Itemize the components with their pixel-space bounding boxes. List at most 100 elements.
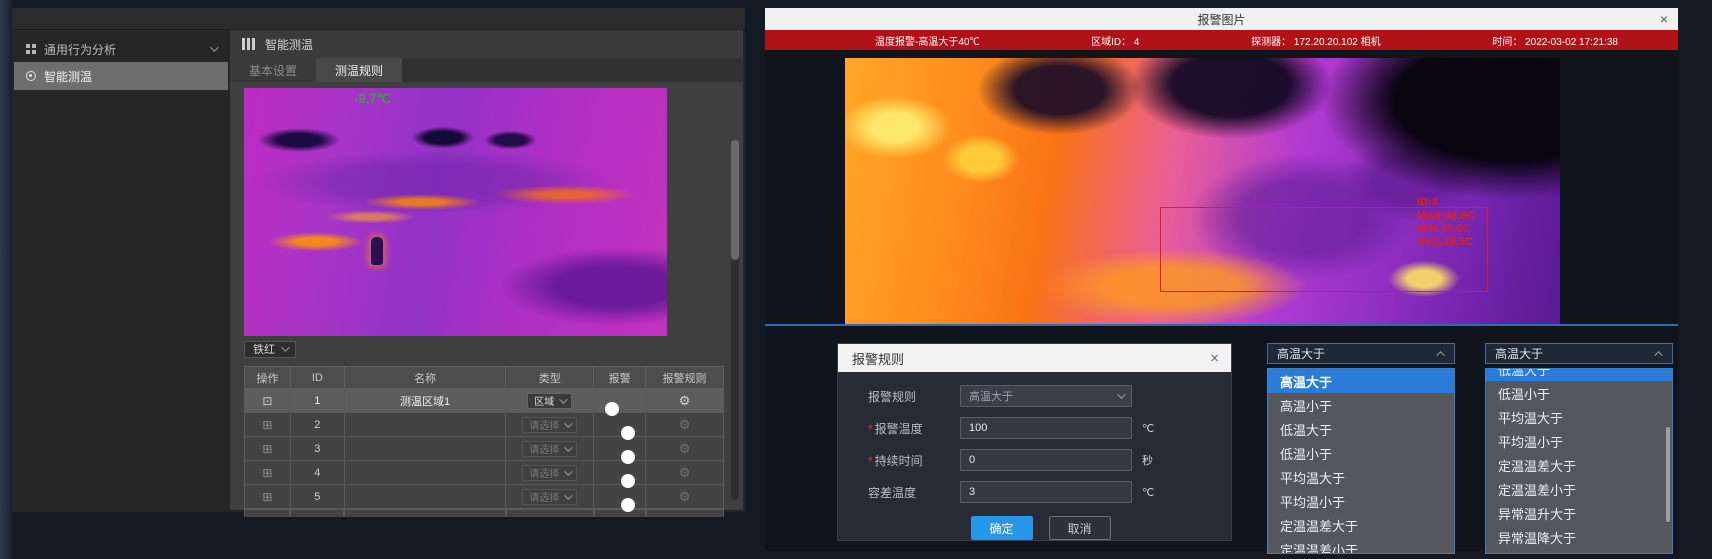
chevron-down-icon [210,43,218,51]
rule-select[interactable]: 高温大于 [960,385,1132,407]
add-region-icon[interactable]: ⊞ [262,490,272,504]
dropdown-options-panel: 低温大于 低温小于 平均温大于 平均温小于 定温温差大于 定温温差小于 异常温升… [1485,368,1673,554]
option-item[interactable]: 平均温小于 [1268,489,1454,513]
type-select[interactable]: 请选择 [522,441,577,457]
option-item[interactable]: 高温大于 [1268,369,1454,393]
option-item[interactable]: 定温温差大于 [1486,453,1672,477]
palette-select[interactable]: 铁红 [244,341,296,358]
cancel-button[interactable]: 取消 [1049,516,1111,540]
type-select[interactable]: 请选择 [522,417,577,433]
person-silhouette [371,237,383,265]
option-item[interactable]: 平均温大于 [1268,465,1454,489]
option-item[interactable]: 定温温差大于 [1268,513,1454,537]
tab-bar: 基本设置 测温规则 [230,58,743,82]
rule-label: 报警规则 [868,388,960,405]
chevron-down-icon [1117,390,1125,398]
region-id-text: ID:4 [1417,196,1474,209]
alarm-rule-gear-icon[interactable]: ⚙ [679,417,691,432]
add-region-icon[interactable]: ⊞ [262,442,272,456]
dialog-body: 报警规则 高温大于 报警温度 ℃ 持续时间 秒 [838,372,1231,540]
panel-header: 智能测温 [230,30,743,58]
close-icon[interactable]: × [1210,350,1219,367]
col-operation: 操作 [245,367,291,389]
table-row: ⊞ 4 请选择 ⚙ [245,461,724,485]
tolerance-input[interactable] [960,481,1132,503]
option-item[interactable]: 平均温大于 [1486,405,1672,429]
alarm-thermal-image: ID:4 MAX:45.8C MIN:25.0C AVG:28.5C [845,58,1560,324]
sidebar-item-label: 智能测温 [44,68,216,85]
option-item[interactable]: 高温小于 [1268,393,1454,417]
duration-input[interactable] [960,449,1132,471]
option-item[interactable]: 异常温升大于 [1486,501,1672,525]
type-select[interactable]: 区域 [527,393,572,409]
col-name: 名称 [344,367,506,389]
table-row: ⊞ 2 请选择 ⚙ [245,413,724,437]
table-row: ⊞ 3 请选择 ⚙ [245,437,724,461]
alarm-temp-unit: ℃ [1142,422,1154,435]
panel-drag-icon[interactable] [242,38,255,50]
row-name [344,413,506,437]
thermal-preview-image[interactable]: -9.7℃ [244,88,667,336]
alarm-window-title: 报警图片 [1197,11,1245,28]
dropdown-value-box[interactable]: 高温大于 [1485,343,1673,364]
alarm-detector-text: 探测器： 172.20.20.102 相机 [1251,33,1381,48]
alarm-rule-gear-icon[interactable]: ⚙ [679,489,691,504]
type-select[interactable]: 请选择 [522,489,577,505]
confirm-button[interactable]: 确定 [971,516,1033,540]
table-header-row: 操作 ID 名称 类型 报警 报警规则 [245,367,724,389]
sidebar-item-behavior-analysis[interactable]: 通用行为分析 [14,36,228,62]
vertical-scrollbar[interactable] [731,140,739,500]
region-measurement-overlay: ID:4 MAX:45.8C MIN:25.0C AVG:28.5C [1417,196,1474,249]
option-item[interactable]: 异常温降大于 [1486,525,1672,549]
table-row: ⊡ 1 测温区域1 区域 ⚙ [245,389,724,413]
thermometry-icon [26,71,36,81]
option-item[interactable]: 低温小于 [1486,381,1672,405]
palette-row: 铁红 [244,340,743,358]
panel-title: 智能测温 [265,36,313,53]
option-item[interactable]: 平均温小于 [1486,429,1672,453]
dropdown-scrollbar[interactable] [1666,427,1670,522]
region-avg-text: AVG:28.5C [1417,236,1474,249]
row-id: 5 [290,485,344,509]
desktop: 通用行为分析 智能测温 智能测温 基本设置 测温规则 -9.7℃ [0,0,1712,559]
main-panel: 智能测温 基本设置 测温规则 -9.7℃ 铁红 [230,30,743,510]
grid-icon [26,44,36,54]
alarm-rule-gear-icon[interactable]: ⚙ [679,465,691,480]
tolerance-label: 容差温度 [868,484,960,501]
option-item[interactable]: 低温大于 [1268,417,1454,441]
row-name [344,485,506,509]
alarm-rule-gear-icon[interactable]: ⚙ [679,393,691,408]
alarm-rule-gear-icon[interactable]: ⚙ [679,441,691,456]
bottom-section: 报警规则 × 报警规则 高温大于 报警温度 ℃ [765,328,1678,551]
add-region-icon[interactable]: ⊞ [262,418,272,432]
sidebar-item-label: 通用行为分析 [44,41,202,58]
row-name [344,461,506,485]
col-type: 类型 [506,367,594,389]
tab-thermometry-rules[interactable]: 测温规则 [316,58,402,82]
type-select[interactable]: 请选择 [522,465,577,481]
close-icon[interactable]: × [1660,8,1668,30]
row-name [344,437,506,461]
config-window-topbar [12,8,745,30]
option-item-clipped[interactable]: 定温温差小于 [1268,537,1454,554]
dropdown-options-panel: 高温大于 高温小于 低温大于 低温小于 平均温大于 平均温小于 定温温差大于 定… [1267,368,1455,554]
option-item[interactable]: 定温温差小于 [1486,477,1672,501]
region-draw-icon[interactable]: ⊡ [262,394,272,408]
option-item-clipped[interactable]: 低温大于 [1486,369,1672,381]
chevron-down-icon [281,343,289,351]
dropdown-value-box[interactable]: 高温大于 [1267,343,1455,364]
rules-table: 操作 ID 名称 类型 报警 报警规则 ⊡ 1 测温区域1 区域 ⚙ [244,366,724,509]
sidebar-item-smart-thermometry[interactable]: 智能测温 [14,62,228,90]
rule-dropdown-1: 高温大于 高温大于 高温小于 低温大于 低温小于 平均温大于 平均温小于 定温温… [1267,343,1455,554]
temperature-overlay: -9.7℃ [354,91,391,107]
alarm-temp-input[interactable] [960,417,1132,439]
duration-label: 持续时间 [868,452,960,469]
col-alarm: 报警 [594,367,646,389]
option-item[interactable]: 低温小于 [1268,441,1454,465]
alarm-window-titlebar: 报警图片 × [765,8,1678,30]
dialog-title: 报警规则 [852,349,904,368]
tab-basic-settings[interactable]: 基本设置 [230,58,316,82]
add-region-icon[interactable]: ⊞ [262,466,272,480]
alarm-type-text: 温度报警-高温大于40℃ [875,33,979,48]
row-id: 2 [290,413,344,437]
